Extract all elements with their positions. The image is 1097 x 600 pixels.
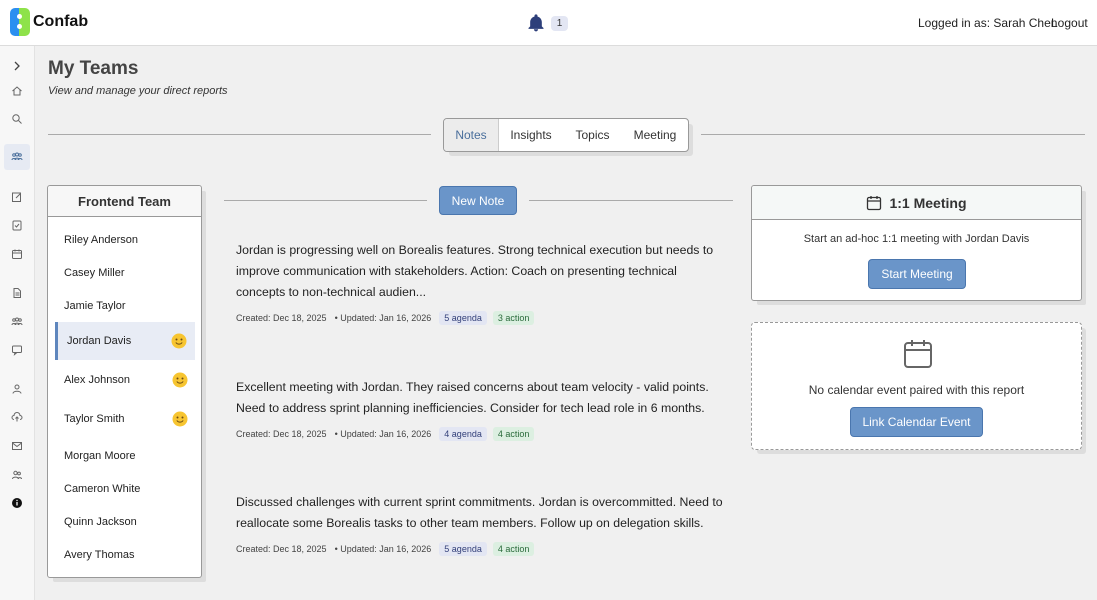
smiley-emoji-icon [171,333,187,349]
tabs-divider-right [701,134,1085,135]
note-card[interactable]: Discussed challenges with current sprint… [236,492,726,556]
tabs-divider-left [48,134,431,135]
note-updated: • Updated: Jan 16, 2026 [334,313,432,323]
member-name: Casey Miller [64,267,125,279]
action-count-badge: 3 action [492,311,535,325]
new-note-button[interactable]: New Note [439,186,517,215]
home-icon[interactable] [6,80,28,102]
note-text: Excellent meeting with Jordan. They rais… [236,380,709,415]
tab-bar: Notes Insights Topics Meeting [443,118,689,152]
note-updated: • Updated: Jan 16, 2026 [334,429,432,439]
team-member-quinn-jackson[interactable]: Quinn Jackson [56,510,196,534]
team-panel: Frontend Team Riley Anderson Casey Mille… [47,185,202,578]
team-member-jordan-davis[interactable]: Jordan Davis [55,322,195,360]
logged-in-label: Logged in as: Sarah Chen [918,16,1058,30]
note-created: Created: Dec 18, 2025 [236,313,327,323]
member-name: Riley Anderson [64,234,138,246]
member-name: Jordan Davis [67,335,132,347]
sidebar [0,46,35,600]
note-created: Created: Dec 18, 2025 [236,429,327,439]
note-text: Jordan is progressing well on Borealis f… [236,243,714,299]
team-member-jamie-taylor[interactable]: Jamie Taylor [56,294,196,318]
team-member-taylor-smith[interactable]: Taylor Smith [56,406,196,432]
chat-icon[interactable] [6,339,28,361]
member-name: Alex Johnson [64,374,131,386]
agenda-count-badge: 4 agenda [439,427,487,441]
new-note-divider-left [224,200,427,201]
calendar-icon [867,195,882,210]
note-meta: Created: Dec 18, 2025 • Updated: Jan 16,… [236,311,726,325]
notification-count-badge[interactable]: 1 [551,16,568,31]
logout-link[interactable]: Logout [1051,16,1088,30]
link-calendar-event-button[interactable]: Link Calendar Event [850,407,983,437]
clipboard-icon[interactable] [6,214,28,236]
top-bar: Confab 1 Logged in as: Sarah Chen Logout [0,0,1097,46]
meeting-card-header: 1:1 Meeting [752,186,1081,220]
member-name: Avery Thomas [64,549,135,561]
calendar-icon [904,340,932,368]
team-member-alex-johnson[interactable]: Alex Johnson [56,367,196,393]
meeting-card-description: Start an ad-hoc 1:1 meeting with Jordan … [803,233,1030,245]
team-member-casey-miller[interactable]: Casey Miller [56,261,196,285]
note-card[interactable]: Excellent meeting with Jordan. They rais… [236,377,726,441]
smiley-emoji-icon [172,372,188,388]
brand-name[interactable]: Confab [33,13,88,31]
team-member-cameron-white[interactable]: Cameron White [56,477,196,501]
agenda-count-badge: 5 agenda [439,542,487,556]
note-created: Created: Dec 18, 2025 [236,544,327,554]
start-meeting-button[interactable]: Start Meeting [868,259,966,289]
chevron-right-icon[interactable] [6,55,28,77]
member-name: Quinn Jackson [64,516,137,528]
bell-icon[interactable] [526,12,546,34]
team-icon[interactable] [4,144,30,170]
team-member-avery-thomas[interactable]: Avery Thomas [56,543,196,567]
tab-meeting[interactable]: Meeting [622,119,688,151]
page-title: My Teams [48,58,139,79]
mail-icon[interactable] [6,435,28,457]
tab-insights[interactable]: Insights [499,119,563,151]
member-name: Morgan Moore [64,450,136,462]
confab-logo-icon[interactable] [10,8,30,36]
cloud-upload-icon[interactable] [6,406,28,428]
search-icon[interactable] [6,108,28,130]
member-name: Taylor Smith [64,413,125,425]
users-icon[interactable] [6,464,28,486]
note-text: Discussed challenges with current sprint… [236,495,723,530]
note-updated: • Updated: Jan 16, 2026 [334,544,432,554]
action-count-badge: 4 action [492,542,535,556]
calendar-empty-message: No calendar event paired with this repor… [808,383,1025,397]
group-icon[interactable] [6,311,28,333]
action-count-badge: 4 action [492,427,535,441]
document-icon[interactable] [6,282,28,304]
team-member-morgan-moore[interactable]: Morgan Moore [56,444,196,468]
note-meta: Created: Dec 18, 2025 • Updated: Jan 16,… [236,542,726,556]
calendar-icon[interactable] [6,243,28,265]
member-name: Jamie Taylor [64,300,126,312]
member-name: Cameron White [64,483,141,495]
meeting-card-title: 1:1 Meeting [889,194,967,211]
agenda-count-badge: 5 agenda [439,311,487,325]
team-title: Frontend Team [48,186,201,217]
edit-icon[interactable] [6,186,28,208]
note-card[interactable]: Jordan is progressing well on Borealis f… [236,240,726,325]
tab-notes[interactable]: Notes [444,119,499,151]
calendar-pairing-card: No calendar event paired with this repor… [751,322,1082,450]
user-icon[interactable] [6,378,28,400]
page-subtitle: View and manage your direct reports [48,85,228,97]
one-on-one-meeting-card: 1:1 Meeting Start an ad-hoc 1:1 meeting … [751,185,1082,301]
note-meta: Created: Dec 18, 2025 • Updated: Jan 16,… [236,427,726,441]
new-note-divider-right [529,200,733,201]
smiley-emoji-icon [172,411,188,427]
tab-topics[interactable]: Topics [563,119,622,151]
team-member-riley-anderson[interactable]: Riley Anderson [56,228,196,252]
info-icon[interactable] [6,492,28,514]
